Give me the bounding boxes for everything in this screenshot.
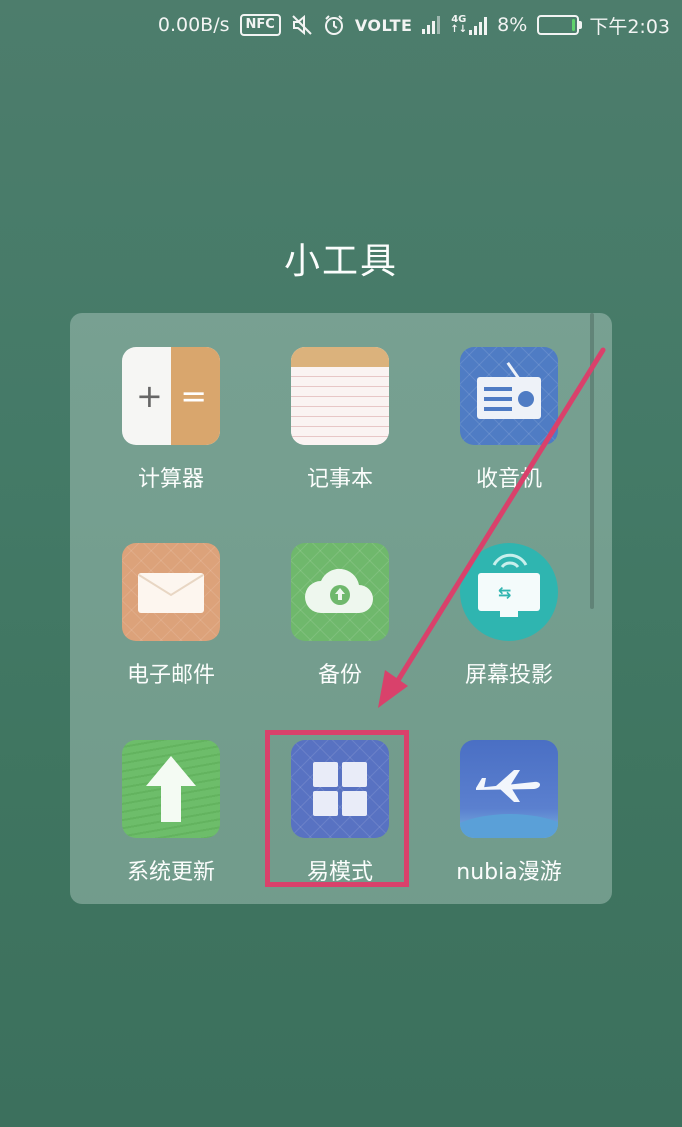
annotation-arrow: [378, 347, 606, 708]
highlight-box: [265, 730, 409, 887]
